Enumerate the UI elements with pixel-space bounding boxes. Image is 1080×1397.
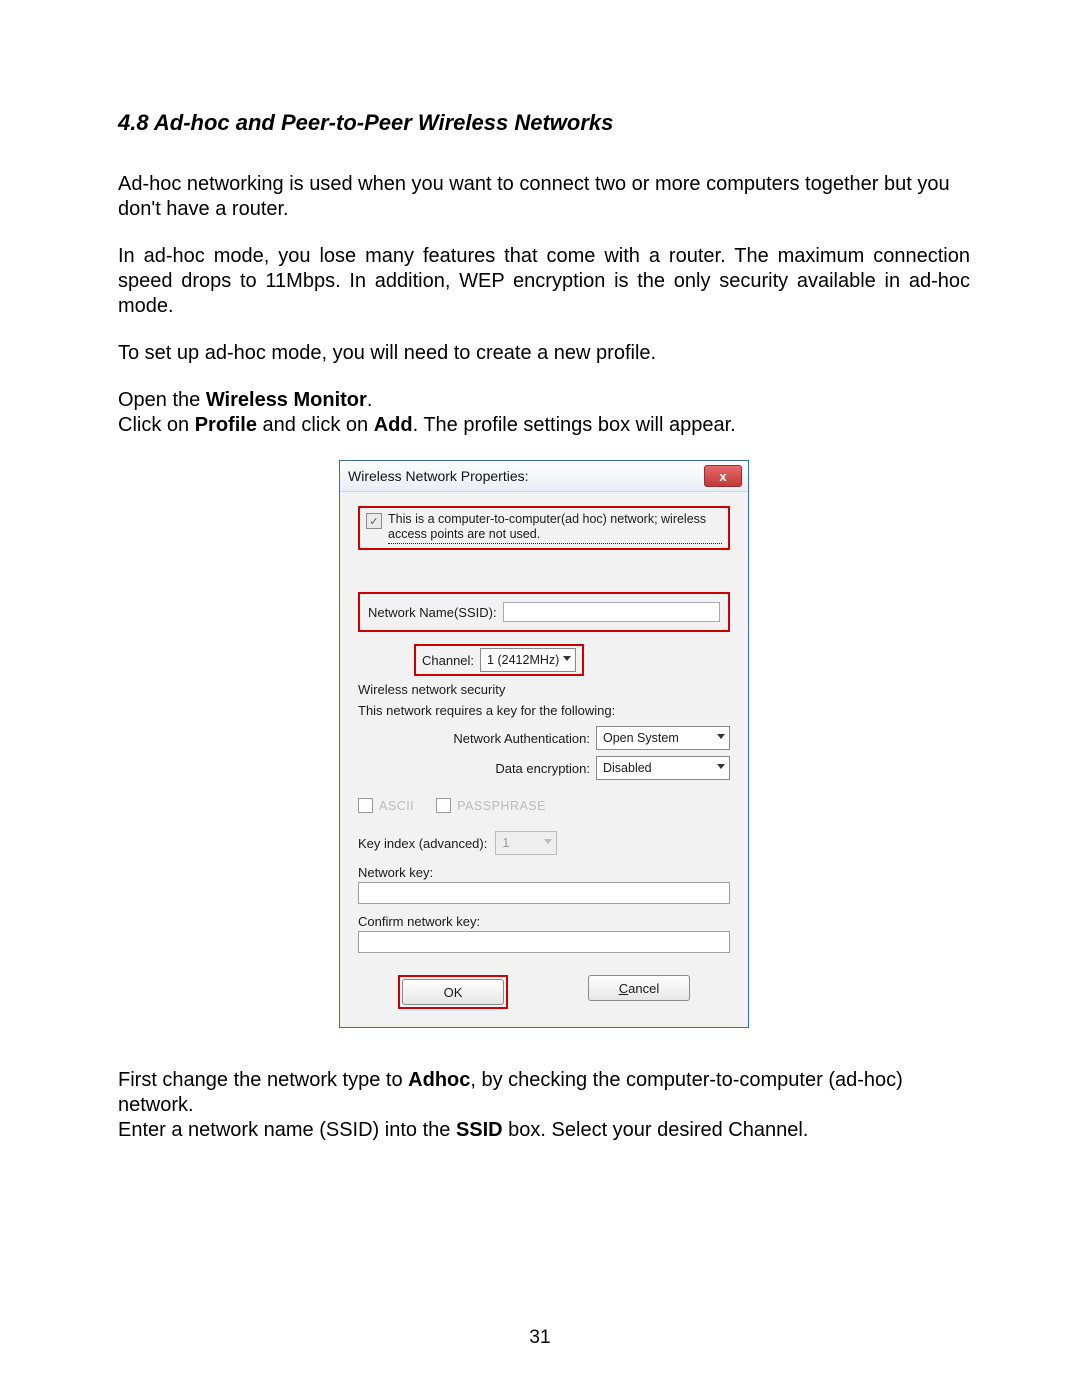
text-fragment: Click on bbox=[118, 414, 195, 436]
text-bold-profile: Profile bbox=[195, 414, 257, 436]
encryption-value: Disabled bbox=[603, 761, 652, 775]
text-bold-adhoc: Adhoc bbox=[408, 1069, 470, 1091]
text-fragment: Open the bbox=[118, 389, 206, 411]
confirmkey-input[interactable] bbox=[358, 931, 730, 953]
dialog-titlebar: Wireless Network Properties: x bbox=[340, 461, 748, 492]
paragraph-enter-ssid: Enter a network name (SSID) into the SSI… bbox=[118, 1118, 970, 1143]
paragraph-change-type: First change the network type to Adhoc, … bbox=[118, 1068, 970, 1118]
passphrase-checkbox[interactable] bbox=[436, 798, 451, 813]
networkkey-input[interactable] bbox=[358, 882, 730, 904]
auth-select[interactable]: Open System bbox=[596, 726, 730, 750]
document-page: 4.8 Ad-hoc and Peer-to-Peer Wireless Net… bbox=[0, 0, 1080, 1397]
ssid-row: Network Name(SSID): bbox=[358, 592, 730, 632]
channel-select[interactable]: 1 (2412MHz) bbox=[480, 648, 576, 672]
close-button[interactable]: x bbox=[704, 465, 742, 487]
auth-value: Open System bbox=[603, 731, 679, 745]
channel-row: Channel: 1 (2412MHz) bbox=[358, 644, 730, 676]
keyindex-select[interactable]: 1 bbox=[495, 831, 557, 855]
ok-highlight: OK bbox=[398, 975, 508, 1009]
ok-button[interactable]: OK bbox=[402, 979, 504, 1005]
channel-value: 1 (2412MHz) bbox=[487, 653, 559, 667]
ok-label: OK bbox=[444, 985, 463, 1000]
text-bold-ssid: SSID bbox=[456, 1119, 503, 1141]
text-bold-wireless-monitor: Wireless Monitor bbox=[206, 389, 367, 411]
text-fragment: Enter a network name (SSID) into the bbox=[118, 1119, 456, 1141]
encryption-select[interactable]: Disabled bbox=[596, 756, 730, 780]
paragraph-click-profile: Click on Profile and click on Add. The p… bbox=[118, 413, 970, 438]
text-fragment: . bbox=[367, 389, 373, 411]
channel-box: Channel: 1 (2412MHz) bbox=[414, 644, 584, 676]
passphrase-label: PASSPHRASE bbox=[457, 799, 546, 813]
encryption-row: Data encryption: Disabled bbox=[358, 756, 730, 780]
adhoc-checkbox-row: ✓ This is a computer-to-computer(ad hoc)… bbox=[358, 506, 730, 550]
ssid-label: Network Name(SSID): bbox=[368, 605, 497, 620]
paragraph-limitations: In ad-hoc mode, you lose many features t… bbox=[118, 244, 970, 319]
auth-row: Network Authentication: Open System bbox=[358, 726, 730, 750]
dialog-body: ✓ This is a computer-to-computer(ad hoc)… bbox=[340, 492, 748, 1027]
keyindex-label: Key index (advanced): bbox=[358, 836, 487, 851]
cancel-label: Cancel bbox=[619, 981, 659, 996]
text-fragment: . The profile settings box will appear. bbox=[413, 414, 736, 436]
ascii-passphrase-row: ASCII PASSPHRASE bbox=[358, 798, 730, 813]
wireless-properties-dialog: Wireless Network Properties: x ✓ This is… bbox=[339, 460, 749, 1028]
paragraph-intro: Ad-hoc networking is used when you want … bbox=[118, 172, 970, 222]
ascii-checkbox[interactable] bbox=[358, 798, 373, 813]
cancel-button[interactable]: Cancel bbox=[588, 975, 690, 1001]
adhoc-checkbox-label: This is a computer-to-computer(ad hoc) n… bbox=[388, 512, 722, 544]
page-number: 31 bbox=[0, 1327, 1080, 1349]
security-note: This network requires a key for the foll… bbox=[358, 703, 730, 718]
paragraph-setup: To set up ad-hoc mode, you will need to … bbox=[118, 341, 970, 366]
text-fragment: First change the network type to bbox=[118, 1069, 408, 1091]
networkkey-label: Network key: bbox=[358, 865, 730, 880]
text-fragment: box. Select your desired Channel. bbox=[503, 1119, 809, 1141]
keyindex-row: Key index (advanced): 1 bbox=[358, 831, 730, 855]
dialog-title: Wireless Network Properties: bbox=[348, 468, 529, 484]
text-bold-add: Add bbox=[374, 414, 413, 436]
confirmkey-label: Confirm network key: bbox=[358, 914, 730, 929]
paragraph-open-monitor: Open the Wireless Monitor. bbox=[118, 388, 970, 413]
text-fragment: and click on bbox=[257, 414, 374, 436]
dialog-button-row: OK Cancel bbox=[358, 975, 730, 1009]
ascii-label: ASCII bbox=[379, 799, 414, 813]
section-heading: 4.8 Ad-hoc and Peer-to-Peer Wireless Net… bbox=[118, 110, 970, 136]
close-icon: x bbox=[719, 469, 726, 484]
auth-label: Network Authentication: bbox=[453, 731, 590, 746]
keyindex-value: 1 bbox=[502, 836, 509, 850]
encryption-label: Data encryption: bbox=[495, 761, 590, 776]
channel-label: Channel: bbox=[422, 653, 474, 668]
security-header: Wireless network security bbox=[358, 682, 730, 697]
adhoc-checkbox[interactable]: ✓ bbox=[366, 513, 382, 529]
ssid-input[interactable] bbox=[503, 602, 720, 622]
